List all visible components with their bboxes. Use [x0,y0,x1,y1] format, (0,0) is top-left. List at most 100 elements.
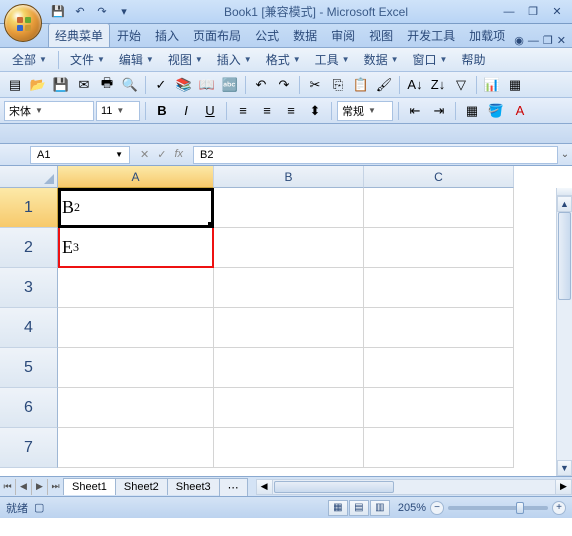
cell-b3[interactable] [214,268,364,308]
research-icon[interactable]: 📚 [173,74,195,96]
ribbon-close-button[interactable]: ✕ [557,34,566,47]
tab-first-icon[interactable]: ⏮ [0,479,16,495]
open-icon[interactable]: 📂 [27,74,49,96]
sheet-tab-1[interactable]: Sheet1 [63,478,116,495]
maximize-button[interactable]: ❐ [522,4,544,20]
minimize-button[interactable]: — [498,4,520,20]
font-size-combo[interactable]: 11▼ [96,101,140,121]
zoom-slider-knob[interactable] [516,502,524,514]
menu-data[interactable]: 数据▼ [358,49,405,70]
menu-tools[interactable]: 工具▼ [309,49,356,70]
font-color-icon[interactable]: A [509,100,531,122]
tab-last-icon[interactable]: ⏭ [48,479,64,495]
tab-page-layout[interactable]: 页面布局 [186,23,248,47]
normal-view-icon[interactable]: ▦ [328,500,348,516]
redo2-icon[interactable]: ↷ [273,74,295,96]
hscroll-thumb[interactable] [274,481,394,493]
menu-window[interactable]: 窗口▼ [407,49,454,70]
cell-c2[interactable] [364,228,514,268]
bold-button[interactable]: B [151,100,173,122]
cell-a6[interactable] [58,388,214,428]
font-name-combo[interactable]: 宋体▼ [4,101,94,121]
tab-prev-icon[interactable]: ◀ [16,479,32,495]
undo-button[interactable]: ↶ [70,2,90,22]
tab-formulas[interactable]: 公式 [248,23,286,47]
scroll-thumb[interactable] [558,212,571,300]
cell-b4[interactable] [214,308,364,348]
cell-a4[interactable] [58,308,214,348]
filter-icon[interactable]: ▽ [450,74,472,96]
preview-icon[interactable]: 🔍 [119,74,141,96]
cell-b7[interactable] [214,428,364,468]
undo2-icon[interactable]: ↶ [250,74,272,96]
copy-icon[interactable]: ⎘ [327,74,349,96]
print-icon[interactable]: 🖶 [96,74,118,96]
new-sheet-tab[interactable]: ⋯ [219,478,248,496]
thesaurus-icon[interactable]: 📖 [196,74,218,96]
cell-a1[interactable]: B2 [58,188,214,228]
cell-a3[interactable] [58,268,214,308]
formula-input[interactable]: B2 [193,146,558,164]
row-header-5[interactable]: 5 [0,348,58,388]
page-break-view-icon[interactable]: ▥ [370,500,390,516]
cell-c4[interactable] [364,308,514,348]
sort-asc-icon[interactable]: A↓ [404,74,426,96]
align-right-icon[interactable]: ≡ [280,100,302,122]
row-header-3[interactable]: 3 [0,268,58,308]
menu-insert[interactable]: 插入▼ [211,49,258,70]
cell-b5[interactable] [214,348,364,388]
vertical-scrollbar[interactable]: ▲ ▼ [556,188,572,476]
fx-icon[interactable]: fx [174,148,183,161]
redo-button[interactable]: ↷ [92,2,112,22]
translate-icon[interactable]: 🔤 [219,74,241,96]
tab-data[interactable]: 数据 [286,23,324,47]
row-header-1[interactable]: 1 [0,188,58,228]
cell-a2[interactable]: E3 [58,228,214,268]
qat-customize[interactable]: ▾ [114,2,134,22]
align-center-icon[interactable]: ≡ [256,100,278,122]
menu-view[interactable]: 视图▼ [162,49,209,70]
row-header-6[interactable]: 6 [0,388,58,428]
accept-formula-icon[interactable]: ✓ [157,148,166,161]
merge-icon[interactable]: ⬍ [304,100,326,122]
save-button[interactable]: 💾 [48,2,68,22]
cells-area[interactable]: B2 E3 [58,188,572,476]
zoom-out-button[interactable]: − [430,501,444,515]
cell-c3[interactable] [364,268,514,308]
ribbon-minimize-button[interactable]: — [528,35,539,47]
tab-view[interactable]: 视图 [362,23,400,47]
page-layout-view-icon[interactable]: ▤ [349,500,369,516]
row-header-7[interactable]: 7 [0,428,58,468]
menu-edit[interactable]: 编辑▼ [113,49,160,70]
number-format-combo[interactable]: 常规▼ [337,101,393,121]
col-header-a[interactable]: A [58,166,214,188]
sheet-tab-3[interactable]: Sheet3 [167,478,220,495]
cell-b2[interactable] [214,228,364,268]
format-painter-icon[interactable]: 🖌 [373,74,395,96]
align-left-icon[interactable]: ≡ [232,100,254,122]
tab-home[interactable]: 开始 [110,23,148,47]
select-all-button[interactable] [0,166,58,188]
paste-icon[interactable]: 📋 [350,74,372,96]
cell-c6[interactable] [364,388,514,428]
close-button[interactable]: ✕ [546,4,568,20]
scroll-down-icon[interactable]: ▼ [557,460,572,476]
zoom-slider[interactable] [448,506,548,510]
office-button[interactable] [4,4,42,42]
scroll-up-icon[interactable]: ▲ [557,196,572,212]
zoom-in-button[interactable]: + [552,501,566,515]
save-icon[interactable]: 💾 [50,74,72,96]
pivot-icon[interactable]: ▦ [504,74,526,96]
cut-icon[interactable]: ✂ [304,74,326,96]
spellcheck-icon[interactable]: ✓ [150,74,172,96]
tab-classic-menu[interactable]: 经典菜单 [48,23,110,47]
borders-icon[interactable]: ▦ [461,100,483,122]
col-header-b[interactable]: B [214,166,364,188]
cell-c7[interactable] [364,428,514,468]
menu-format[interactable]: 格式▼ [260,49,307,70]
tab-next-icon[interactable]: ▶ [32,479,48,495]
indent-inc-icon[interactable]: ⇥ [428,100,450,122]
tab-insert[interactable]: 插入 [148,23,186,47]
macro-record-icon[interactable]: ▢ [34,501,44,514]
menu-file[interactable]: 文件▼ [64,49,111,70]
